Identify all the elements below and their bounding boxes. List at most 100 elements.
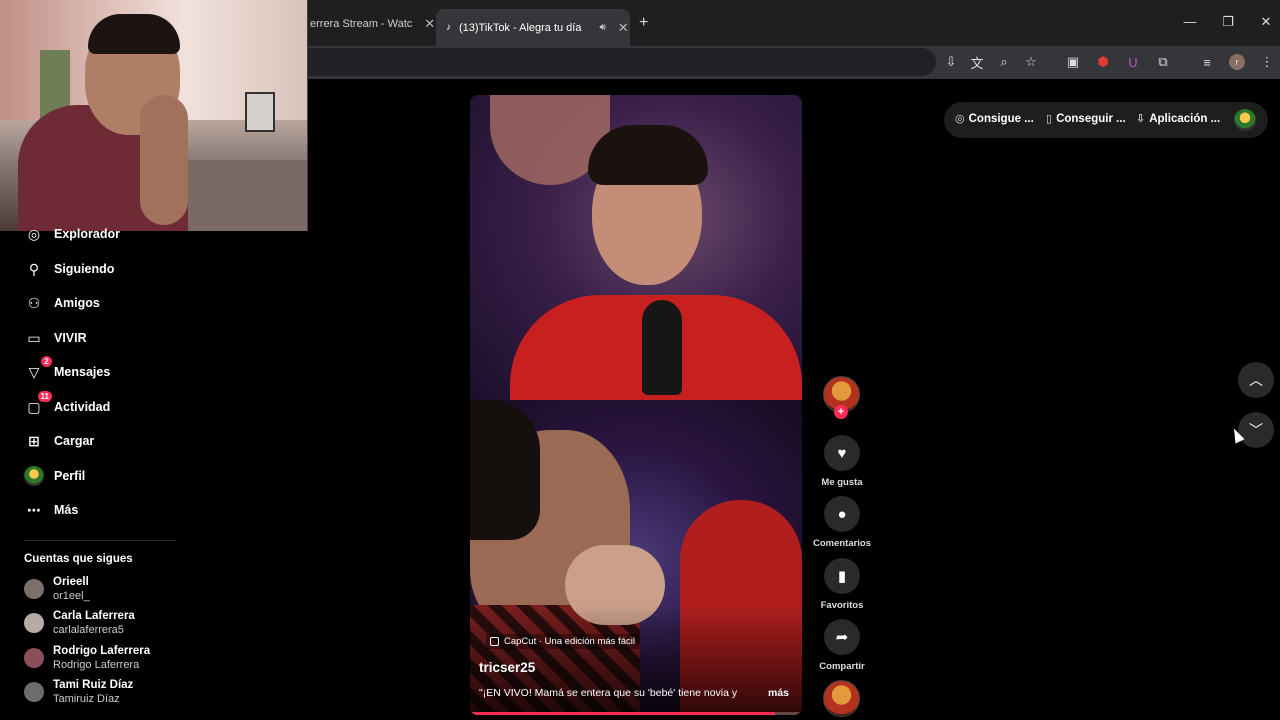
new-tab-button[interactable]: + <box>639 14 648 32</box>
translate-icon[interactable]: 文 <box>968 53 986 71</box>
comments-label: Comentarios <box>812 538 872 549</box>
sidebar-item-mensajes[interactable]: ▽ 2 Mensajes <box>24 356 111 384</box>
sidebar-item-label: Mensajes <box>54 365 111 379</box>
capcut-icon <box>490 637 499 646</box>
avatar <box>24 648 44 668</box>
webcam-person-hair <box>88 14 180 54</box>
share-label: Compartir <box>819 661 865 672</box>
favorites-button[interactable]: ▮ <box>824 558 860 594</box>
webcam-person-arm <box>140 95 188 225</box>
profile-initial: r <box>1229 54 1245 70</box>
install-app-icon[interactable]: ⇩ <box>942 53 960 71</box>
comment-bubble-icon: ● <box>837 505 847 523</box>
adblock-icon[interactable]: ⬢ <box>1094 53 1112 71</box>
messages-badge: 2 <box>41 356 52 367</box>
sidebar-item-amigos[interactable]: ⚇ Amigos <box>24 291 100 315</box>
user-avatar[interactable] <box>1234 109 1256 131</box>
video-progress-fill <box>470 712 776 715</box>
account-name: Tami Ruiz Díaz <box>53 679 134 691</box>
phone-icon: ▯ <box>1046 113 1053 125</box>
get-coins-link[interactable]: ◎ Consigue ... <box>955 112 1034 126</box>
heart-icon: ♥ <box>837 444 847 462</box>
chevron-up-icon: ︿ <box>1249 372 1263 388</box>
previous-video-button[interactable]: ︿ <box>1238 362 1274 398</box>
maximize-button[interactable]: ❐ <box>1218 14 1238 30</box>
like-label: Me gusta <box>821 477 863 488</box>
video-player[interactable]: CapCut · Una edición más fácil tricser25… <box>470 95 802 715</box>
inbox-icon: ▢ 11 <box>24 391 52 417</box>
tab-close-icon[interactable]: ✕ <box>412 16 434 32</box>
following-account-tami[interactable]: Tami Ruiz Díaz Tamiruiz Díaz <box>24 677 133 707</box>
sidebar-item-label: Cargar <box>54 434 95 448</box>
profile-avatar <box>24 466 44 486</box>
following-account-carla[interactable]: Carla Laferrera carlalaferrera5 <box>24 608 135 638</box>
sidebar-divider <box>24 540 176 541</box>
like-button[interactable]: ♥ <box>824 435 860 471</box>
get-app-link[interactable]: ▯ Conseguir ... <box>1046 112 1126 126</box>
sidebar-item-label: Explorador <box>54 227 120 241</box>
download-icon: ⇩ <box>1136 113 1146 125</box>
tab-tiktok[interactable]: ♪ (13)TikTok - Alegra tu día 🔊︎ ✕ <box>436 9 630 46</box>
upload-plus-icon: ⊞ <box>28 432 40 449</box>
extensions-puzzle-icon[interactable]: ⧉ <box>1154 53 1172 71</box>
video-woman-hair <box>470 400 540 540</box>
description-more-button[interactable]: más <box>768 687 789 699</box>
capcut-link[interactable]: CapCut · Una edición más fácil <box>486 634 639 649</box>
sidebar-item-explorador[interactable]: ◎ Explorador <box>24 222 120 246</box>
desktop-app-link[interactable]: ⇩ Aplicación ... <box>1136 112 1221 126</box>
address-bar[interactable] <box>296 48 936 76</box>
chevron-down-icon: ﹀ <box>1249 422 1263 438</box>
bookmark-star-icon[interactable]: ☆ <box>1022 53 1040 71</box>
sidebar-item-perfil[interactable]: Perfil <box>24 464 85 488</box>
media-control-icon[interactable]: ≡ <box>1198 53 1216 71</box>
sound-disc-avatar[interactable] <box>823 680 860 717</box>
sidebar-item-label: Amigos <box>54 296 100 310</box>
avatar <box>24 613 44 633</box>
live-tv-icon: ▭ <box>27 329 41 346</box>
webcam-table <box>185 160 307 231</box>
get-app-label: Conseguir ... <box>1056 112 1126 125</box>
sidebar-item-label: Siguiendo <box>54 262 115 276</box>
minimize-button[interactable]: — <box>1180 14 1200 29</box>
sidebar-item-label: Actividad <box>54 400 111 414</box>
coin-icon: ◎ <box>955 113 965 125</box>
avatar <box>24 682 44 702</box>
close-window-button[interactable]: ✕ <box>1256 14 1276 30</box>
webcam-overlay <box>0 0 308 231</box>
tab-errera-stream[interactable]: errera Stream - Watc ✕ <box>300 10 434 38</box>
comments-button[interactable]: ● <box>824 496 860 532</box>
following-accounts-title: Cuentas que sigues <box>24 553 133 565</box>
sidebar-item-cargar[interactable]: ⊞ Cargar <box>24 429 94 453</box>
zoom-icon[interactable]: ⌕ <box>995 53 1013 71</box>
next-video-button[interactable]: ﹀ <box>1238 412 1274 448</box>
extension-u-icon[interactable]: U <box>1124 53 1142 71</box>
video-description: "¡EN VIVO! Mamá se entera que su 'bebé' … <box>479 687 738 699</box>
account-name: Carla Laferrera <box>53 610 135 622</box>
desktop-app-label: Aplicación ... <box>1149 112 1221 125</box>
share-arrow-icon: ➦ <box>835 629 849 646</box>
person-follow-icon: ⚲ <box>28 260 40 277</box>
following-account-orieell[interactable]: Orieell or1eel_ <box>24 574 90 604</box>
webcam-picture-frame <box>245 92 275 132</box>
video-boy-hair <box>588 125 708 185</box>
sidebar-item-actividad[interactable]: ▢ 11 Actividad <box>24 391 111 419</box>
video-author[interactable]: tricser25 <box>479 660 535 675</box>
following-account-rodrigo[interactable]: Rodrigo Laferrera Rodrigo Laferrera <box>24 643 150 673</box>
capcut-label: CapCut · Una edición más fácil <box>504 636 635 647</box>
tiktok-favicon-icon: ♪ <box>446 22 451 33</box>
video-progress-bar[interactable] <box>470 712 802 715</box>
tab-close-icon[interactable]: ✕ <box>606 20 629 36</box>
sidebar-item-label: Perfil <box>54 469 86 483</box>
account-username: carlalaferrera5 <box>53 624 124 636</box>
sidebar-item-vivir[interactable]: ▭ VIVIR <box>24 326 86 350</box>
follow-plus-button[interactable]: + <box>834 405 848 419</box>
sidebar-item-mas[interactable]: ⋯ Más <box>24 498 78 522</box>
menu-kebab-icon[interactable]: ⋮ <box>1258 53 1276 71</box>
more-dots-icon: ⋯ <box>27 501 41 518</box>
profile-button[interactable]: r <box>1228 53 1246 71</box>
account-username: Rodrigo Laferrera <box>53 659 140 671</box>
sidebar-item-siguiendo[interactable]: ⚲ Siguiendo <box>24 257 115 281</box>
account-name: Rodrigo Laferrera <box>53 645 151 657</box>
share-button[interactable]: ➦ <box>824 619 860 655</box>
extension-box-icon[interactable]: ▣ <box>1064 53 1082 71</box>
